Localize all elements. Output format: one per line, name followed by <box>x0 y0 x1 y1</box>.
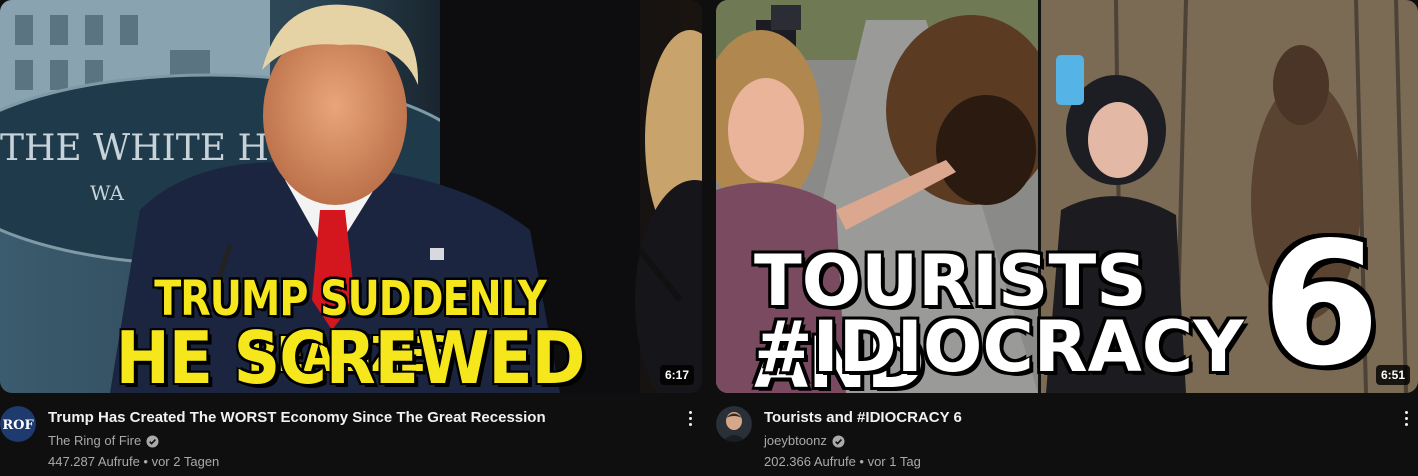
video-card-tourists[interactable]: TOURISTS AND #IDIOCRACY 6 6:51 Tourists … <box>716 0 1418 476</box>
duration-badge: 6:51 <box>1375 365 1410 385</box>
channel-name[interactable]: The Ring of Fire <box>48 432 141 450</box>
channel-avatar[interactable] <box>716 406 752 442</box>
video-title[interactable]: Trump Has Created The WORST Economy Sinc… <box>48 408 658 428</box>
video-meta: 202.366 Aufrufe • vor 1 Tag <box>764 454 921 469</box>
thumb-headline-2: HE SCREWED UP <box>115 316 586 393</box>
channel-name-row[interactable]: The Ring of Fire <box>48 432 159 450</box>
verified-check-icon <box>832 435 845 448</box>
verified-check-icon <box>146 435 159 448</box>
channel-name[interactable]: joeybtoonz <box>764 432 827 450</box>
video-card-trump[interactable]: THE WHITE H WA TRUMP SUDDENLY REALIZES H… <box>0 0 702 476</box>
thumb-sign-text-2: WA <box>90 181 125 205</box>
channel-name-row[interactable]: joeybtoonz <box>764 432 845 450</box>
channel-avatar[interactable]: ROF <box>0 406 36 442</box>
avatar-text: ROF <box>2 418 34 433</box>
thumb-sign-text: THE WHITE H <box>0 128 269 169</box>
video-thumbnail[interactable]: THE WHITE H WA TRUMP SUDDENLY REALIZES H… <box>0 0 702 393</box>
video-thumbnail[interactable]: TOURISTS AND #IDIOCRACY 6 6:51 <box>716 0 1418 393</box>
thumb-number: 6 <box>1261 206 1381 393</box>
more-vert-icon[interactable] <box>1394 406 1418 430</box>
video-meta: 447.287 Aufrufe • vor 2 Tagen <box>48 454 220 469</box>
duration-badge: 6:17 <box>659 365 694 385</box>
video-title[interactable]: Tourists and #IDIOCRACY 6 <box>764 408 1374 428</box>
more-vert-icon[interactable] <box>678 406 702 430</box>
thumb-headline-2: #IDIOCRACY <box>754 306 1244 388</box>
